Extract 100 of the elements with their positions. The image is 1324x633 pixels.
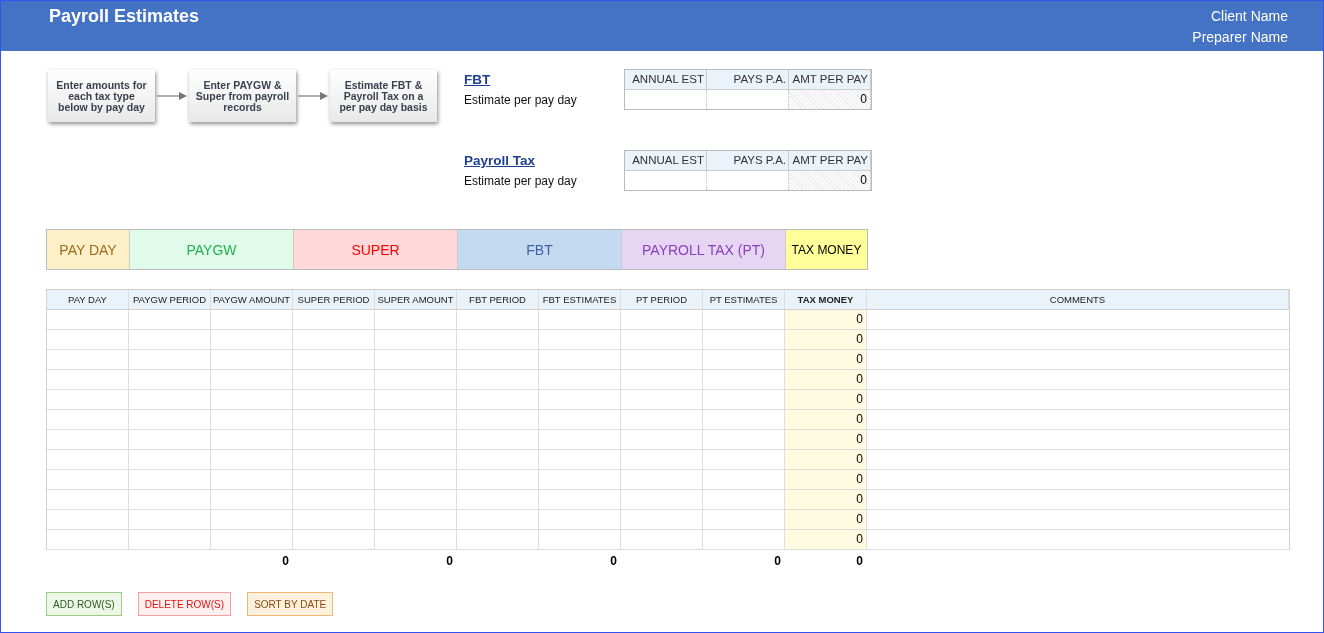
table-cell[interactable]: [375, 490, 457, 510]
action-button[interactable]: ADD ROW(S): [46, 592, 122, 616]
table-cell[interactable]: [375, 410, 457, 430]
table-cell[interactable]: [703, 470, 785, 490]
table-cell[interactable]: [129, 410, 211, 430]
table-cell[interactable]: [703, 350, 785, 370]
table-cell[interactable]: [129, 470, 211, 490]
table-cell[interactable]: [457, 330, 539, 350]
table-cell[interactable]: [539, 450, 621, 470]
table-cell[interactable]: [293, 470, 375, 490]
table-cell[interactable]: [293, 510, 375, 530]
table-cell[interactable]: [47, 490, 129, 510]
table-cell[interactable]: [621, 410, 703, 430]
table-cell[interactable]: [47, 330, 129, 350]
table-cell[interactable]: [621, 330, 703, 350]
table-cell[interactable]: [293, 330, 375, 350]
table-cell[interactable]: [293, 430, 375, 450]
table-cell[interactable]: [47, 370, 129, 390]
table-cell[interactable]: [129, 370, 211, 390]
table-cell[interactable]: [211, 510, 293, 530]
table-cell[interactable]: [375, 390, 457, 410]
table-cell[interactable]: [539, 330, 621, 350]
table-cell[interactable]: [211, 390, 293, 410]
table-cell[interactable]: [375, 530, 457, 550]
table-cell[interactable]: [539, 370, 621, 390]
table-cell[interactable]: [703, 410, 785, 430]
table-cell[interactable]: [293, 530, 375, 550]
table-cell[interactable]: [211, 350, 293, 370]
table-cell[interactable]: [211, 410, 293, 430]
table-cell[interactable]: [457, 470, 539, 490]
table-cell[interactable]: [375, 510, 457, 530]
table-cell[interactable]: [703, 450, 785, 470]
table-cell[interactable]: [129, 510, 211, 530]
table-cell[interactable]: [703, 330, 785, 350]
table-cell[interactable]: [47, 450, 129, 470]
table-cell[interactable]: [375, 470, 457, 490]
table-cell[interactable]: [539, 310, 621, 330]
table-cell[interactable]: [293, 490, 375, 510]
table-cell[interactable]: [703, 510, 785, 530]
table-cell[interactable]: [47, 310, 129, 330]
table-cell[interactable]: [293, 310, 375, 330]
table-cell[interactable]: [457, 310, 539, 330]
table-cell[interactable]: [457, 450, 539, 470]
table-cell[interactable]: [703, 310, 785, 330]
table-cell[interactable]: [211, 370, 293, 390]
table-cell[interactable]: [539, 510, 621, 530]
table-cell[interactable]: [375, 370, 457, 390]
table-cell[interactable]: [211, 450, 293, 470]
table-cell[interactable]: [293, 370, 375, 390]
table-cell[interactable]: [621, 450, 703, 470]
table-cell[interactable]: [703, 490, 785, 510]
table-cell[interactable]: [457, 490, 539, 510]
table-cell[interactable]: [539, 390, 621, 410]
table-cell[interactable]: [539, 470, 621, 490]
table-cell[interactable]: [293, 450, 375, 470]
table-cell[interactable]: [47, 530, 129, 550]
table-cell[interactable]: [539, 350, 621, 370]
section-link[interactable]: Payroll Tax: [464, 153, 624, 168]
table-cell[interactable]: [129, 330, 211, 350]
table-cell[interactable]: [457, 430, 539, 450]
table-cell[interactable]: [293, 390, 375, 410]
table-cell[interactable]: [621, 470, 703, 490]
table-cell[interactable]: [457, 530, 539, 550]
table-cell[interactable]: [457, 390, 539, 410]
table-cell[interactable]: [129, 390, 211, 410]
table-cell[interactable]: [375, 350, 457, 370]
table-cell[interactable]: [621, 390, 703, 410]
table-cell[interactable]: [539, 530, 621, 550]
table-cell[interactable]: [457, 510, 539, 530]
table-cell[interactable]: [47, 410, 129, 430]
table-cell[interactable]: [47, 510, 129, 530]
table-cell[interactable]: [457, 410, 539, 430]
table-cell[interactable]: [375, 430, 457, 450]
table-cell[interactable]: [211, 430, 293, 450]
table-cell[interactable]: [621, 430, 703, 450]
table-cell[interactable]: [621, 510, 703, 530]
table-cell[interactable]: [47, 470, 129, 490]
table-cell[interactable]: [211, 310, 293, 330]
table-cell[interactable]: [621, 490, 703, 510]
table-cell[interactable]: [375, 310, 457, 330]
table-cell[interactable]: [703, 390, 785, 410]
table-cell[interactable]: [539, 430, 621, 450]
table-cell[interactable]: [375, 330, 457, 350]
table-cell[interactable]: [211, 470, 293, 490]
table-cell[interactable]: [129, 450, 211, 470]
table-cell[interactable]: [621, 530, 703, 550]
table-cell[interactable]: [703, 530, 785, 550]
table-cell[interactable]: [129, 350, 211, 370]
section-link[interactable]: FBT: [464, 72, 624, 87]
table-cell[interactable]: [457, 350, 539, 370]
table-cell[interactable]: [211, 530, 293, 550]
table-cell[interactable]: [457, 370, 539, 390]
table-cell[interactable]: [293, 410, 375, 430]
table-cell[interactable]: [129, 430, 211, 450]
table-cell[interactable]: [129, 530, 211, 550]
table-cell[interactable]: [539, 490, 621, 510]
table-cell[interactable]: [47, 350, 129, 370]
table-cell[interactable]: [703, 370, 785, 390]
action-button[interactable]: SORT BY DATE: [247, 592, 334, 616]
table-cell[interactable]: [47, 430, 129, 450]
